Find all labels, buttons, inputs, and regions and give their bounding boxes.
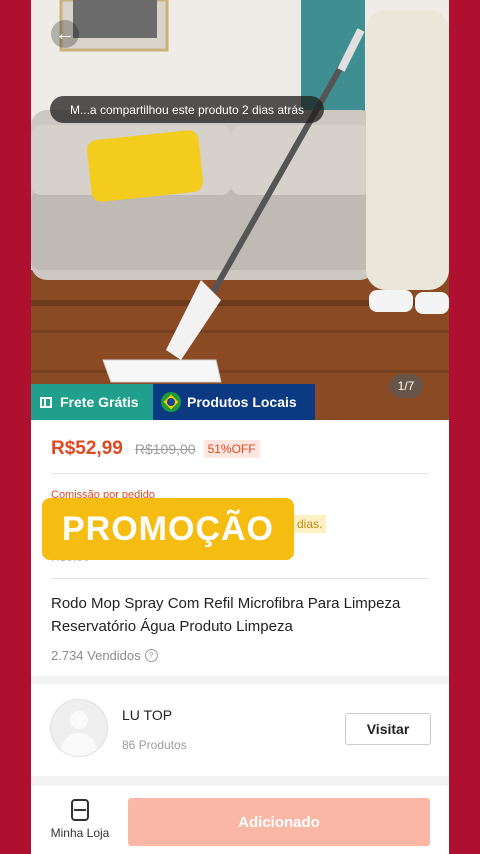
- store-name: LU TOP: [122, 707, 173, 723]
- free-shipping-label: Frete Grátis: [60, 394, 139, 410]
- original-price: R$109,00: [134, 441, 196, 457]
- product-photo-illustration: [31, 0, 449, 420]
- store-icon: [71, 799, 89, 821]
- arrow-left-icon: ←: [55, 22, 75, 45]
- current-price: R$52,99: [51, 438, 123, 459]
- divider: [51, 473, 429, 474]
- store-avatar: [50, 699, 108, 757]
- app-frame: ← M...a compartilhou este produto 2 dias…: [31, 0, 449, 854]
- my-store-button[interactable]: Minha Loja: [43, 799, 117, 840]
- store-card: LU TOP 86 Produtos Visitar: [31, 684, 449, 776]
- image-counter: 1/7: [389, 374, 423, 398]
- promo-overlay: PROMOÇÃO: [42, 498, 294, 560]
- divider: [51, 578, 429, 579]
- price-row: R$52,99 R$109,00 51%OFF: [51, 437, 260, 461]
- store-product-count: 86 Produtos: [122, 738, 187, 752]
- product-title: Rodo Mop Spray Com Refil Microfibra Para…: [51, 595, 401, 635]
- local-products-label: Produtos Locais: [187, 394, 297, 410]
- product-image[interactable]: ← M...a compartilhou este produto 2 dias…: [31, 0, 449, 420]
- sold-count: 2.734 Vendidos ?: [51, 648, 158, 663]
- share-notice: M...a compartilhou este produto 2 dias a…: [50, 96, 324, 123]
- bottom-bar: Minha Loja Adicionado: [31, 784, 449, 854]
- local-products-badge: Produtos Locais: [153, 384, 315, 420]
- free-shipping-badge: Frete Grátis: [31, 384, 153, 420]
- add-button[interactable]: Adicionado: [128, 798, 430, 846]
- sold-count-text: 2.734 Vendidos: [51, 648, 141, 663]
- truck-icon: [40, 396, 52, 408]
- brazil-flag-icon: [161, 392, 181, 412]
- help-icon[interactable]: ?: [144, 649, 158, 662]
- commission-tag: dias.: [293, 515, 327, 533]
- my-store-label: Minha Loja: [50, 826, 110, 840]
- discount-badge: 51%OFF: [203, 440, 260, 458]
- visit-store-button[interactable]: Visitar: [345, 713, 431, 745]
- back-button[interactable]: ←: [51, 20, 79, 48]
